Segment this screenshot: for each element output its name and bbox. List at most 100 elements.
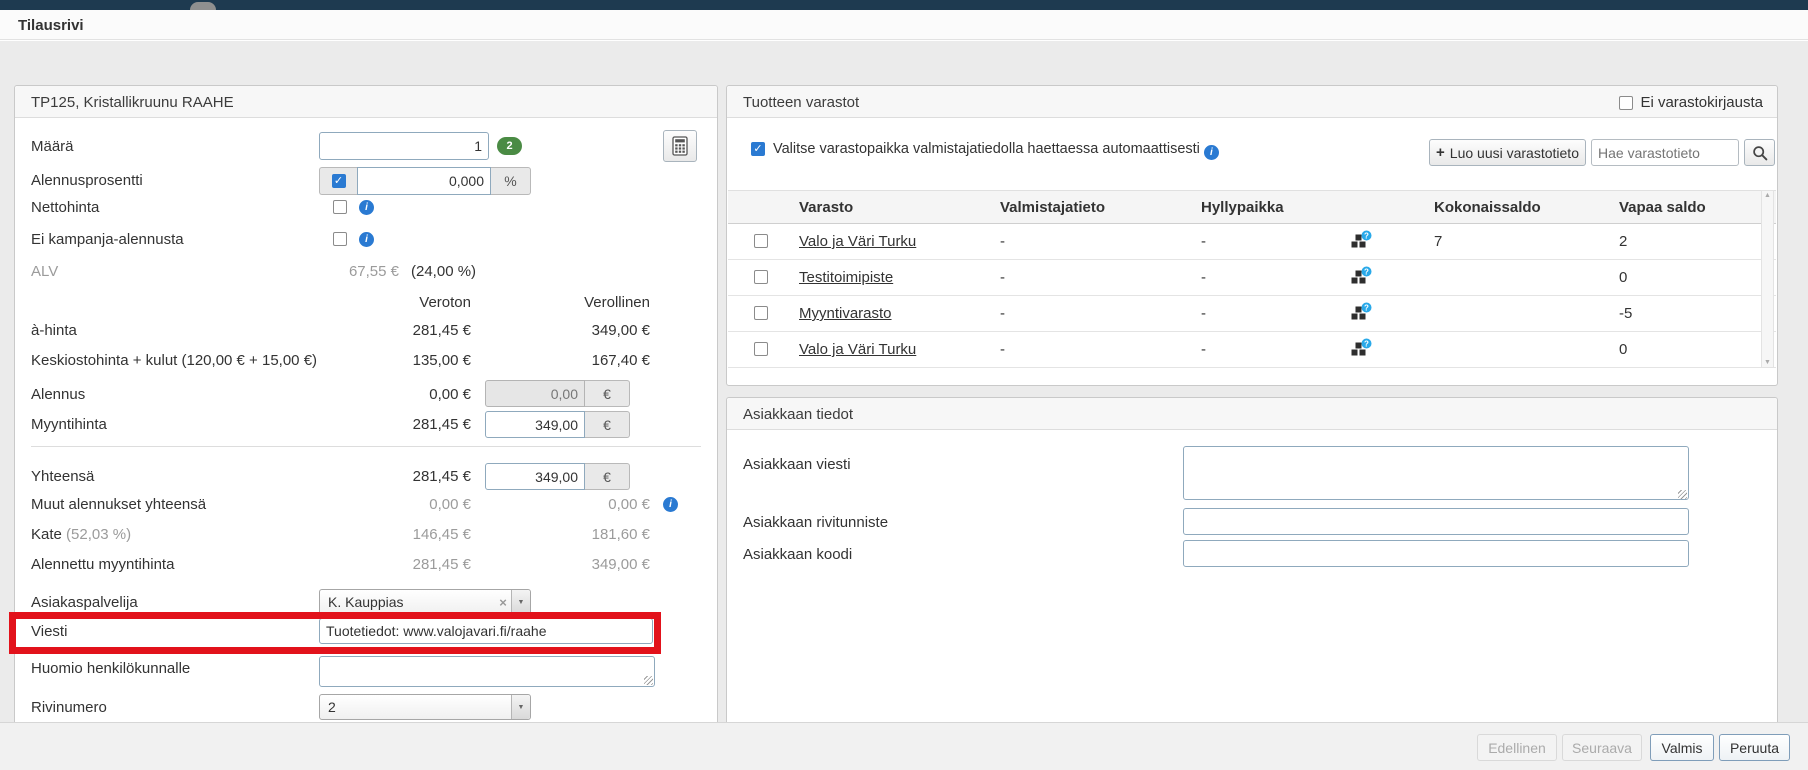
customer-info-panel: Asiakkaan tiedot Asiakkaan viesti Asiakk… <box>726 397 1778 739</box>
salesperson-row: Asiakaspalvelija K. Kauppias × ▼ <box>15 589 717 615</box>
customer-message-textarea[interactable] <box>1183 446 1689 500</box>
line-number-value: 2 <box>320 699 511 715</box>
stock-search-input[interactable] <box>1591 139 1739 166</box>
total-input[interactable] <box>485 463 585 490</box>
customer-message-row: Asiakkaan viesti <box>727 446 1777 502</box>
row-checkbox[interactable]: ✓ <box>754 234 768 248</box>
cancel-button[interactable]: Peruuta <box>1719 734 1790 761</box>
row-checkbox[interactable]: ✓ <box>754 270 768 284</box>
sale-price-net: 281,45 € <box>351 416 471 433</box>
line-number-label: Rivinumero <box>31 699 107 716</box>
cell-hyllypaikka: - <box>1201 341 1206 358</box>
table-scrollbar[interactable]: ▲ ▼ <box>1761 190 1774 368</box>
no-campaign-checkbox[interactable]: ✓ <box>333 232 347 246</box>
cell-valmistajatieto: - <box>1000 269 1005 286</box>
chevron-down-icon[interactable]: ▼ <box>511 695 530 719</box>
stock-inquiry-icon[interactable]: ? <box>1348 338 1373 364</box>
svg-text:?: ? <box>1364 339 1369 348</box>
vat-percent: (24,00 %) <box>411 263 476 280</box>
warehouse-link[interactable]: Valo ja Väri Turku <box>799 233 916 250</box>
total-euro-addon: € <box>585 463 630 490</box>
chevron-down-icon[interactable]: ▼ <box>511 590 530 614</box>
net-price-checkbox[interactable]: ✓ <box>333 200 347 214</box>
row-checkbox[interactable]: ✓ <box>754 306 768 320</box>
warehouse-link[interactable]: Myyntivarasto <box>799 305 892 322</box>
cell-vapaa-saldo: 2 <box>1619 233 1627 250</box>
dialog-content: TP125, Kristallikruunu RAAHE Määrä 2 <box>0 41 1808 722</box>
stock-inquiry-icon[interactable]: ? <box>1348 302 1373 328</box>
section-divider <box>31 446 701 447</box>
salesperson-select[interactable]: K. Kauppias × ▼ <box>319 589 531 615</box>
discounted-price-net: 281,45 € <box>351 556 471 573</box>
margin-label: Kate (52,03 %) <box>31 526 131 543</box>
auto-select-info-icon[interactable]: i <box>1204 145 1219 160</box>
header-varasto: Varasto <box>799 199 853 216</box>
vat-row: ALV 67,55 € (24,00 %) <box>15 263 717 283</box>
next-button[interactable]: Seuraava <box>1562 734 1642 761</box>
no-campaign-info-icon[interactable]: i <box>359 232 374 247</box>
message-label: Viesti <box>31 623 67 640</box>
calculator-button[interactable] <box>663 130 697 162</box>
header-kokonaissaldo: Kokonaissaldo <box>1434 199 1541 216</box>
line-number-select[interactable]: 2 ▼ <box>319 694 531 720</box>
table-row: ✓ Valo ja Väri Turku - - ? 7 2 <box>728 224 1776 260</box>
other-discounts-info-icon[interactable]: i <box>663 497 678 512</box>
avg-cost-label: Keskiostohinta + kulut (120,00 € + 15,00… <box>31 352 317 369</box>
stock-search-button[interactable] <box>1744 139 1775 166</box>
done-button[interactable]: Valmis <box>1650 734 1714 761</box>
warehouses-panel: Tuotteen varastot ✓ Ei varastokirjausta … <box>726 85 1778 386</box>
next-label: Seuraava <box>1572 740 1632 756</box>
avg-cost-gross: 167,40 € <box>530 352 650 369</box>
clear-icon[interactable]: × <box>495 595 511 610</box>
sale-price-input[interactable] <box>485 411 585 438</box>
column-veroton: Veroton <box>351 294 471 311</box>
top-bar-handle <box>190 2 216 10</box>
table-row: ✓ Valo ja Väri Turku - - ? 0 <box>728 332 1776 368</box>
previous-button[interactable]: Edellinen <box>1477 734 1557 761</box>
staff-note-row: Huomio henkilökunnalle <box>15 654 717 688</box>
warehouse-table-header: Varasto Valmistajatieto Hyllypaikka Koko… <box>728 190 1776 224</box>
stock-inquiry-icon[interactable]: ? <box>1348 230 1373 256</box>
scroll-down-icon[interactable]: ▼ <box>1764 359 1771 366</box>
customer-message-label: Asiakkaan viesti <box>743 456 851 473</box>
margin-percent: (52,03 %) <box>66 526 131 543</box>
discounted-price-label: Alennettu myyntihinta <box>31 556 174 573</box>
customer-line-id-input[interactable] <box>1183 508 1689 535</box>
customer-code-input[interactable] <box>1183 540 1689 567</box>
discount-percent-checkbox[interactable]: ✓ <box>332 174 346 188</box>
auto-select-checkbox[interactable]: ✓ <box>751 142 765 156</box>
create-stock-record-button[interactable]: + Luo uusi varastotieto <box>1429 139 1586 166</box>
resize-handle[interactable] <box>644 676 653 685</box>
quantity-label: Määrä <box>31 138 74 155</box>
quantity-input[interactable] <box>319 132 489 160</box>
no-stock-entry-checkbox[interactable]: ✓ <box>1619 96 1633 110</box>
customer-line-id-row: Asiakkaan rivitunniste <box>727 508 1777 535</box>
salesperson-value: K. Kauppias <box>320 594 495 610</box>
previous-label: Edellinen <box>1488 740 1546 756</box>
discount-percent-checkbox-addon: ✓ <box>319 167 357 195</box>
message-input[interactable] <box>319 618 653 644</box>
cell-vapaa-saldo: 0 <box>1619 269 1627 286</box>
resize-handle[interactable] <box>1678 490 1687 499</box>
cell-valmistajatieto: - <box>1000 305 1005 322</box>
net-price-info-icon[interactable]: i <box>359 200 374 215</box>
staff-note-textarea[interactable] <box>319 656 655 687</box>
cell-hyllypaikka: - <box>1201 233 1206 250</box>
warehouse-link[interactable]: Valo ja Väri Turku <box>799 341 916 358</box>
order-line-panel: TP125, Kristallikruunu RAAHE Määrä 2 <box>14 85 718 739</box>
discount-input[interactable] <box>485 380 585 407</box>
discount-percent-input[interactable] <box>357 167 491 195</box>
warehouse-link[interactable]: Testitoimipiste <box>799 269 893 286</box>
stock-inquiry-icon[interactable]: ? <box>1348 266 1373 292</box>
row-checkbox[interactable]: ✓ <box>754 342 768 356</box>
svg-text:?: ? <box>1364 231 1369 240</box>
auto-select-label: Valitse varastopaikka valmistajatiedolla… <box>773 141 1219 160</box>
margin-row: Kate (52,03 %) 146,45 € 181,60 € <box>15 526 717 546</box>
discount-net: 0,00 € <box>351 386 471 403</box>
discount-percent-group: ✓ % <box>319 167 531 195</box>
cell-valmistajatieto: - <box>1000 341 1005 358</box>
scroll-up-icon[interactable]: ▲ <box>1764 192 1771 199</box>
cell-hyllypaikka: - <box>1201 305 1206 322</box>
line-number-row: Rivinumero 2 ▼ <box>15 694 717 720</box>
other-discounts-label: Muut alennukset yhteensä <box>31 496 206 513</box>
